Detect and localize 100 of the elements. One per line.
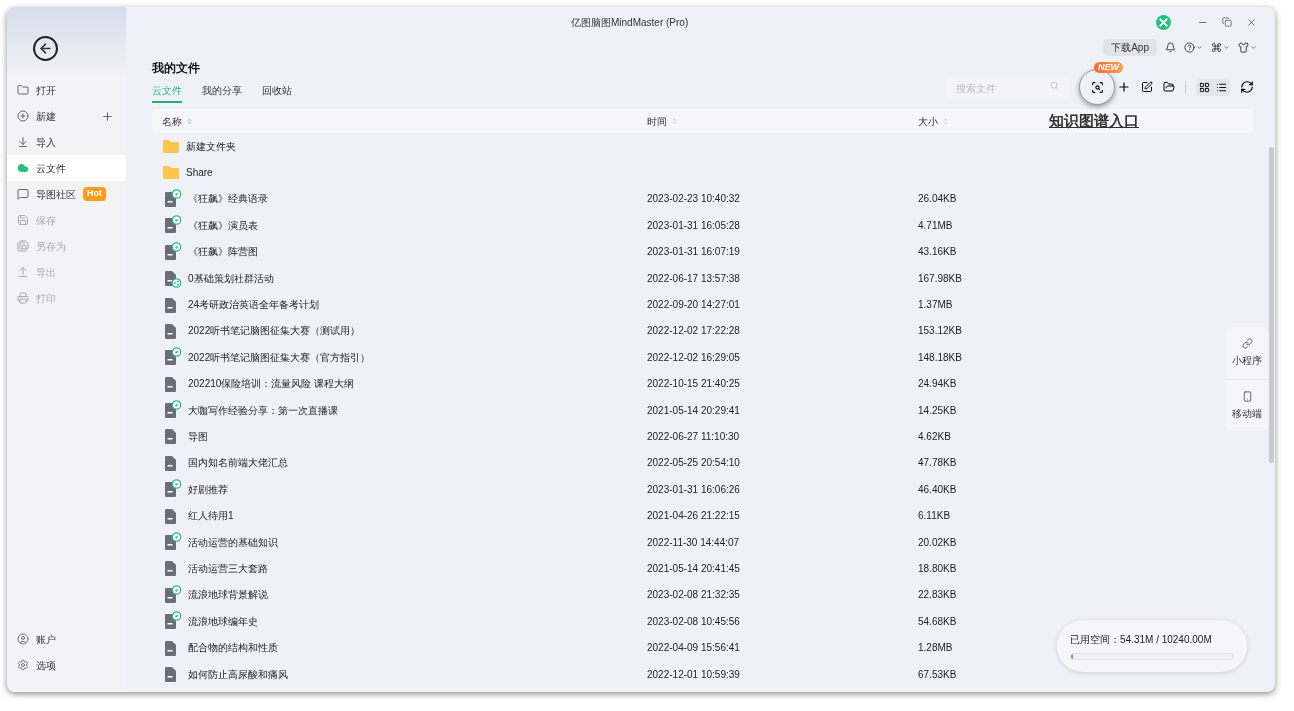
download-app-button[interactable]: 下载App [1103, 38, 1157, 56]
sidebar-item[interactable]: 选项 [7, 652, 126, 678]
search-icon [1050, 80, 1059, 90]
app-logo-icon [1156, 14, 1171, 30]
storage-label: 已用空间：54.31M / 10240.00M [1070, 633, 1213, 647]
table-cell-text: 2021-05-14 20:29:41 [647, 403, 740, 418]
table-cell-text: 54.68KB [918, 614, 957, 629]
table-cell-text: 2021-05-14 20:41:45 [647, 561, 740, 576]
sidebar-label: 云文件 [36, 161, 66, 176]
table-cell-text: 26.04KB [918, 192, 957, 207]
column-header[interactable]: 时间 [647, 113, 667, 129]
knowledge-graph-button[interactable] [1079, 69, 1115, 105]
file-name[interactable]: 红人待用1 [188, 508, 234, 524]
published-document-icon [162, 400, 182, 421]
file-name[interactable]: 配合物的结构和性质 [188, 640, 278, 656]
window-title: 亿图脑图MindMaster (Pro) [571, 15, 689, 30]
side-panel-item[interactable]: 移动端 [1226, 379, 1268, 431]
close-icon[interactable] [1246, 16, 1257, 28]
published-document-icon [162, 347, 182, 368]
file-name[interactable]: 如何防止高尿酸和痛风 [188, 666, 288, 682]
add-icon[interactable] [101, 109, 114, 123]
link-icon [1241, 338, 1253, 349]
table-cell-text: 2022-06-17 13:57:38 [647, 271, 740, 286]
table-cell-text: 47.78KB [918, 456, 957, 471]
published-document-icon [162, 188, 182, 209]
tab[interactable]: 我的分享 [202, 83, 242, 103]
hot-badge: Hot [83, 187, 106, 201]
shared-document-icon [162, 268, 182, 289]
published-document-icon [162, 584, 182, 605]
file-name[interactable]: 大咖写作经验分享：第一次直播课 [188, 402, 338, 418]
side-panel-item[interactable]: 小程序 [1226, 327, 1268, 379]
table-cell-text: 2022-11-30 14:44:07 [647, 535, 740, 550]
tab[interactable]: 回收站 [262, 83, 292, 103]
callout-label: 知识图谱入口 [1049, 111, 1139, 131]
table-cell-text: 4.71MB [918, 218, 953, 233]
print-icon [17, 292, 29, 304]
sidebar-label: 导出 [36, 265, 56, 280]
file-name[interactable]: 2022听书笔记脑图征集大赛（官方指引） [188, 349, 371, 365]
file-name[interactable]: 流浪地球背景解说 [188, 587, 268, 603]
sidebar-label: 打开 [36, 83, 56, 98]
file-name[interactable]: 2022听书笔记脑图征集大赛（测试用） [188, 323, 361, 339]
caret-icon [1196, 43, 1203, 51]
table-cell-text: 2022-04-09 15:56:41 [647, 641, 740, 656]
edit-icon[interactable] [1141, 81, 1153, 93]
plus-circle-icon [17, 110, 29, 122]
file-name[interactable]: 流浪地球编年史 [188, 613, 258, 629]
sidebar-item[interactable]: 云文件 [7, 155, 126, 181]
file-name[interactable]: 活动运营的基础知识 [188, 534, 278, 550]
folder-icon [162, 138, 180, 154]
file-name[interactable]: Share [186, 165, 213, 181]
table-cell-text: 2022-06-27 11:10:30 [647, 430, 740, 444]
sidebar-label: 另存为 [36, 239, 66, 254]
table-cell-text: 4.62KB [918, 430, 951, 444]
file-name[interactable]: 国内知名前端大佬汇总 [188, 455, 288, 471]
shirt-icon[interactable] [1238, 41, 1249, 53]
file-name[interactable]: 活动运营三大套路 [188, 560, 268, 576]
chat-icon [17, 188, 29, 200]
sidebar-item[interactable]: 新建 [7, 103, 126, 129]
published-document-icon [162, 611, 182, 632]
sidebar-item[interactable]: 导入 [7, 129, 126, 155]
back-button[interactable] [33, 35, 58, 61]
table-cell-text: 2021-04-26 21:22:15 [647, 509, 740, 524]
table-cell-text: 22.83KB [918, 588, 957, 603]
sidebar-item[interactable]: 导图社区 Hot [7, 181, 126, 207]
settings-icon [17, 659, 29, 671]
table-cell-text: 1.28MB [918, 641, 953, 656]
table-cell-text: 2023-02-08 21:32:35 [647, 588, 740, 603]
published-document-icon [162, 215, 182, 236]
published-document-icon [162, 479, 182, 500]
cloud-icon [17, 162, 29, 174]
table-cell-text: 153.12KB [918, 324, 962, 339]
file-name[interactable]: 202210保险培训：流量风险 课程大纲 [188, 376, 355, 392]
new-badge: NEW [1094, 62, 1123, 73]
column-header[interactable]: 大小 [918, 113, 938, 129]
table-cell-text: 6.11KB [918, 509, 951, 524]
help-icon[interactable] [1184, 41, 1195, 53]
table-cell-text: 2022-05-25 20:54:10 [647, 456, 740, 471]
add-icon[interactable] [1117, 80, 1131, 94]
file-name[interactable]: 24考研政治英语全年备考计划 [188, 297, 320, 313]
table-cell-text: 2023-02-08 10:45:56 [647, 614, 740, 629]
file-name[interactable]: 《狂飙》经典语录 [188, 191, 268, 207]
file-name[interactable]: 新建文件夹 [186, 138, 236, 154]
file-name[interactable]: 《狂飙》阵营图 [188, 244, 258, 260]
folder-open-icon[interactable] [1163, 81, 1175, 93]
column-header[interactable]: 名称 [162, 113, 182, 129]
side-panel-label: 小程序 [1232, 354, 1262, 368]
file-name[interactable]: 0基础策划社群活动 [188, 270, 274, 286]
file-name[interactable]: 《狂飙》演员表 [188, 217, 258, 233]
command-icon[interactable] [1211, 41, 1222, 53]
file-name[interactable]: 好剧推荐 [188, 481, 228, 497]
table-cell-text: 67.53KB [918, 667, 957, 682]
refresh-icon[interactable] [1240, 80, 1254, 94]
save-as-icon [17, 240, 29, 252]
restore-icon[interactable] [1222, 17, 1232, 27]
sidebar-item[interactable]: 账户 [7, 626, 126, 652]
file-name[interactable]: 导图 [188, 429, 208, 444]
bell-icon[interactable] [1165, 41, 1176, 53]
export-icon [17, 266, 29, 278]
sidebar-item[interactable]: 打开 [7, 77, 126, 103]
caret-icon [1250, 43, 1257, 51]
